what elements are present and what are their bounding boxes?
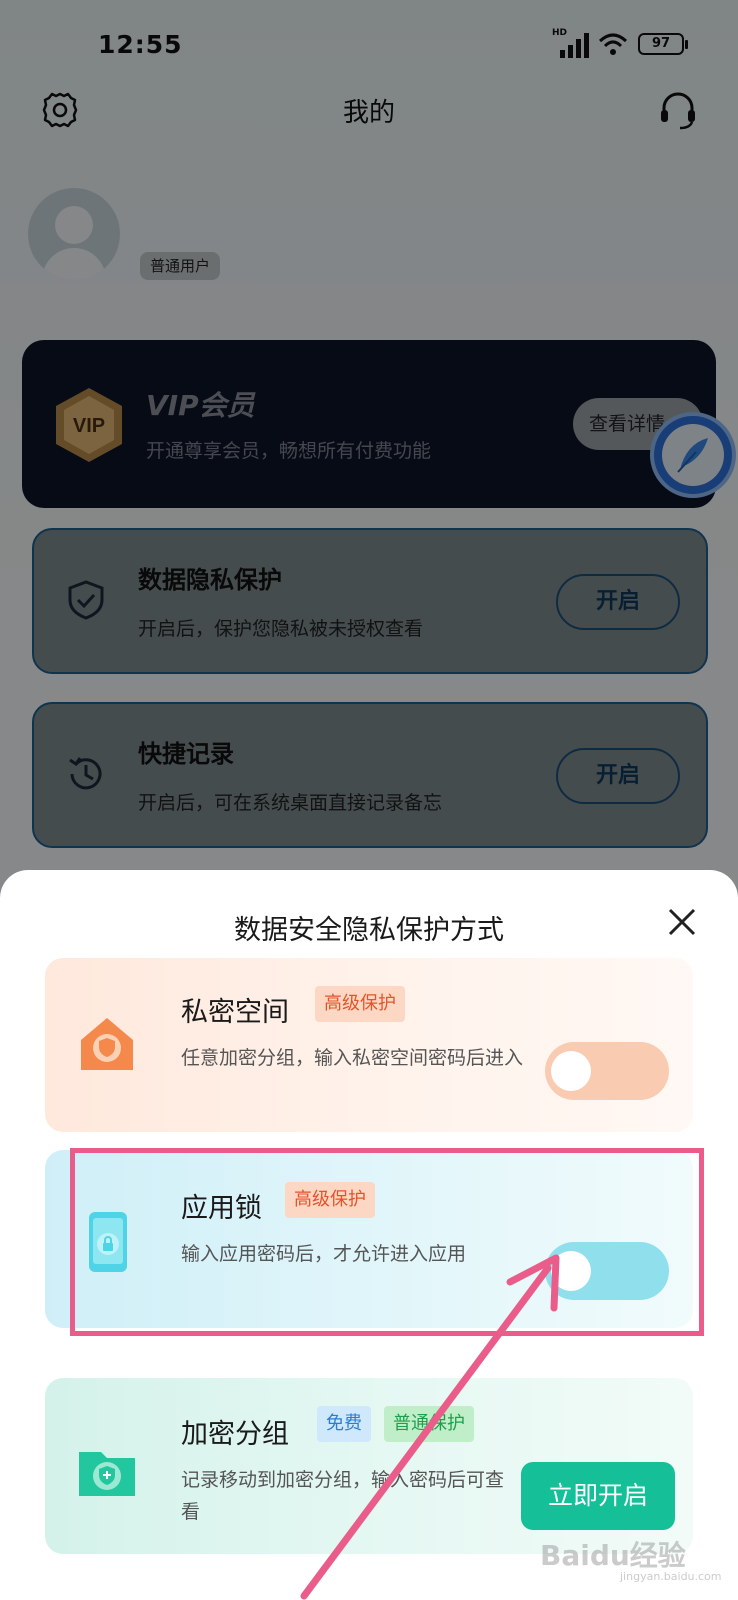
option-private-space: 私密空间 高级保护 任意加密分组，输入私密空间密码后进入 — [45, 958, 693, 1132]
free-tag: 免费 — [317, 1406, 371, 1442]
private-space-house-icon — [81, 1018, 133, 1070]
option-name: 加密分组 — [181, 1419, 289, 1450]
encrypted-folder-icon — [79, 1452, 135, 1496]
option-name: 私密空间 — [181, 997, 289, 1028]
watermark-text: Baidu经验 — [540, 1539, 686, 1572]
option-desc: 记录移动到加密分组，输入密码后可查看 — [181, 1469, 505, 1523]
watermark: Baidu经验 jingyan.baidu.com — [540, 1534, 722, 1583]
close-icon[interactable] — [664, 904, 700, 940]
watermark-sub: jingyan.baidu.com — [620, 1570, 722, 1583]
advanced-protection-tag: 高级保护 — [315, 986, 405, 1022]
private-space-toggle[interactable] — [545, 1042, 669, 1100]
option-encrypted-group: 加密分组 免费 普通保护 记录移动到加密分组，输入密码后可查看 立即开启 — [45, 1378, 693, 1554]
enable-encrypted-group-button[interactable]: 立即开启 — [521, 1462, 675, 1530]
highlight-box — [70, 1148, 704, 1336]
option-desc: 任意加密分组，输入私密空间密码后进入 — [181, 1047, 524, 1069]
sheet-title: 数据安全隐私保护方式 — [234, 915, 504, 946]
normal-protection-tag: 普通保护 — [384, 1406, 474, 1442]
